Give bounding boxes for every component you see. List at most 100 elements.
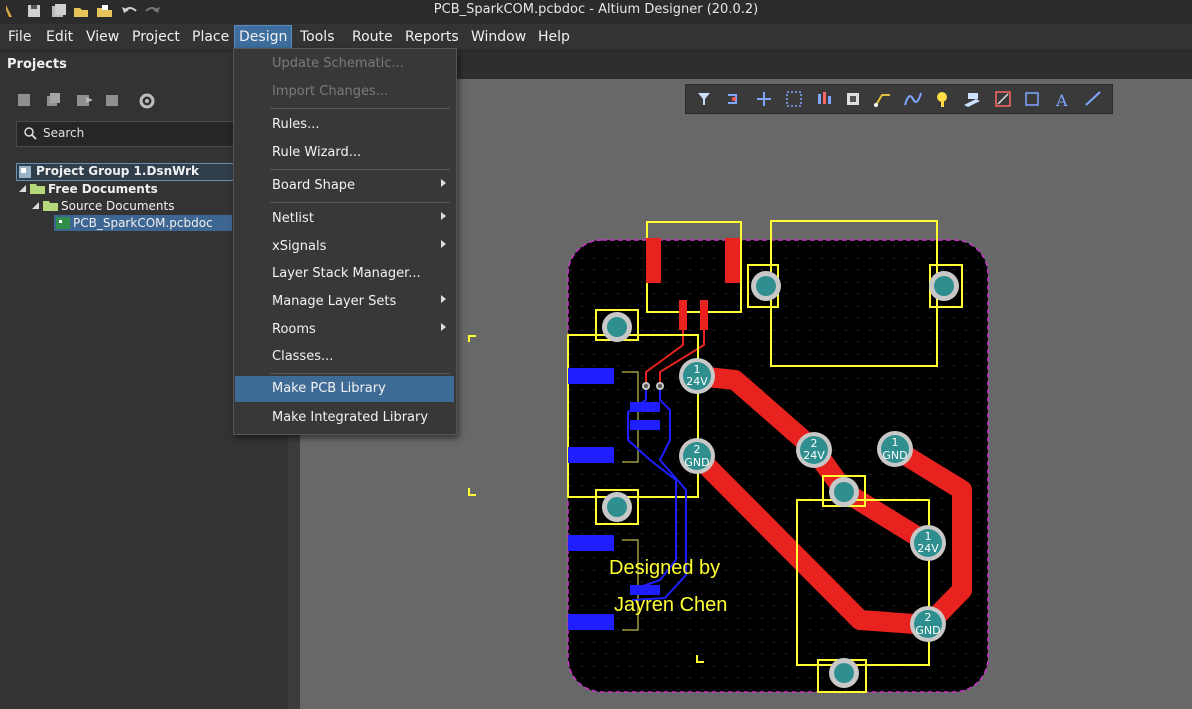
usb-pad: [725, 238, 740, 283]
tree-item-source-documents[interactable]: Source Documents: [31, 198, 231, 214]
polygon-pour-icon[interactable]: [964, 93, 980, 107]
search-input[interactable]: Search: [16, 121, 234, 147]
interactive-routing-icon[interactable]: [728, 94, 737, 104]
usb-pad: [646, 238, 661, 283]
menu-item-rooms[interactable]: Rooms: [234, 317, 456, 343]
menu-item-label: Classes...: [272, 349, 334, 364]
menu-view[interactable]: View: [82, 27, 123, 47]
pad-net: 24V: [917, 542, 939, 555]
menu-item-label: Manage Layer Sets: [272, 294, 397, 309]
tree-item-pcb-document[interactable]: PCB_SparkCOM.pcbdoc: [54, 215, 232, 231]
menu-window[interactable]: Window: [467, 27, 530, 47]
place-via-icon[interactable]: [937, 92, 947, 107]
tree-label-source-documents: Source Documents: [61, 199, 175, 213]
smd-pad: [630, 402, 660, 412]
menu-item-netlist[interactable]: Netlist: [234, 206, 456, 232]
via: [658, 384, 662, 388]
project-options-icon[interactable]: [106, 95, 118, 106]
menu-file[interactable]: File: [4, 27, 35, 47]
submenu-arrow-icon: [441, 323, 446, 331]
silkscreen-text-line1: Designed by: [609, 557, 720, 579]
menu-item-label: Rule Wizard...: [272, 145, 362, 160]
pad-number: 2: [694, 443, 701, 456]
smd-pad: [568, 368, 614, 384]
menu-separator: [270, 373, 450, 374]
pad: [607, 497, 627, 517]
menu-item-manage-layer-sets[interactable]: Manage Layer Sets: [234, 289, 456, 315]
pad-net: 24V: [686, 375, 708, 388]
menu-item-layer-stack-manager[interactable]: Layer Stack Manager...: [234, 261, 456, 287]
usb-pad: [679, 300, 687, 330]
differential-pair-icon[interactable]: [904, 92, 922, 106]
menu-separator: [270, 169, 450, 170]
place-component-icon[interactable]: [847, 93, 859, 105]
menu-design[interactable]: Design: [234, 25, 293, 49]
menu-tools[interactable]: Tools: [296, 27, 339, 47]
menu-item-import-changes[interactable]: Import Changes...: [234, 79, 456, 105]
pad-net: GND: [684, 456, 709, 469]
title-bar: PCB_SparkCOM.pcbdoc - Altium Designer (2…: [0, 0, 1192, 22]
menu-item-rule-wizard[interactable]: Rule Wizard...: [234, 140, 456, 166]
expand-arrow-icon: [19, 185, 26, 192]
pad: [834, 663, 854, 683]
menu-item-classes[interactable]: Classes...: [234, 344, 456, 370]
menu-bar: File Edit View Project Place Design Tool…: [0, 24, 1192, 49]
pad-1-24v-right: 1 24V: [910, 525, 946, 561]
menu-item-xsignals[interactable]: xSignals: [234, 234, 456, 260]
menu-help[interactable]: Help: [534, 27, 574, 47]
menu-item-update-schematic[interactable]: Update Schematic...: [234, 51, 456, 77]
smd-pad: [568, 535, 614, 551]
tree-item-project-group[interactable]: Project Group 1.DsnWrk: [16, 163, 234, 181]
tree-item-free-documents[interactable]: Free Documents: [18, 181, 232, 197]
tree-label-pcb-document: PCB_SparkCOM.pcbdoc: [73, 216, 213, 230]
submenu-arrow-icon: [441, 212, 446, 220]
tree-label-free-documents: Free Documents: [48, 182, 158, 196]
workspace-icon: [19, 166, 31, 178]
line-icon[interactable]: [1085, 91, 1101, 106]
place-cross-icon[interactable]: [757, 92, 771, 106]
menu-project[interactable]: Project: [128, 27, 184, 47]
tree-label-project-group: Project Group 1.DsnWrk: [36, 164, 200, 178]
menu-item-label: Layer Stack Manager...: [272, 266, 421, 281]
folder-icon: [43, 201, 58, 211]
menu-item-label: xSignals: [272, 239, 327, 254]
route-icon[interactable]: [874, 94, 890, 107]
silkscreen-text-line2: Jayren Chen: [614, 594, 727, 616]
save-all-project-icon[interactable]: [47, 93, 60, 106]
pad-number: 1: [892, 436, 899, 449]
align-icon[interactable]: [818, 92, 831, 104]
pad-number: 2: [925, 611, 932, 624]
via: [644, 384, 648, 388]
menu-item-board-shape[interactable]: Board Shape: [234, 173, 456, 199]
projects-toolbar: [18, 93, 155, 109]
menu-item-make-integrated-library[interactable]: Make Integrated Library: [234, 405, 456, 431]
export-project-icon[interactable]: [77, 95, 93, 106]
pcb-document-icon: [56, 217, 70, 229]
menu-route[interactable]: Route: [348, 27, 397, 47]
dimension-icon[interactable]: [1025, 92, 1039, 106]
save-project-icon[interactable]: [18, 94, 30, 106]
menu-item-rules[interactable]: Rules...: [234, 112, 456, 138]
pad-net: 24V: [803, 449, 825, 462]
gear-icon[interactable]: [139, 93, 155, 109]
filter-icon[interactable]: [698, 93, 710, 105]
design-menu: Update Schematic... Import Changes... Ru…: [233, 48, 457, 435]
pad-2-gnd-left: 2 GND: [679, 438, 715, 474]
menu-separator: [270, 108, 450, 109]
smd-pad: [568, 614, 614, 630]
pad-net: GND: [882, 449, 907, 462]
menu-reports[interactable]: Reports: [401, 27, 463, 47]
pad-2-24v-middle: 2 24V: [796, 432, 832, 468]
pad: [756, 276, 776, 296]
text-icon[interactable]: A: [1055, 91, 1068, 110]
submenu-arrow-icon: [441, 240, 446, 248]
pad-2-gnd-right: 2 GND: [910, 606, 946, 642]
select-rect-icon[interactable]: [786, 91, 802, 107]
keepout-icon[interactable]: [995, 91, 1011, 107]
menu-edit[interactable]: Edit: [42, 27, 77, 47]
search-icon: [24, 127, 37, 140]
active-bar-toolbar: A: [685, 84, 1113, 114]
menu-place[interactable]: Place: [188, 27, 233, 47]
menu-item-make-pcb-library[interactable]: Make PCB Library: [235, 376, 454, 402]
menu-item-label: Rules...: [272, 117, 320, 132]
